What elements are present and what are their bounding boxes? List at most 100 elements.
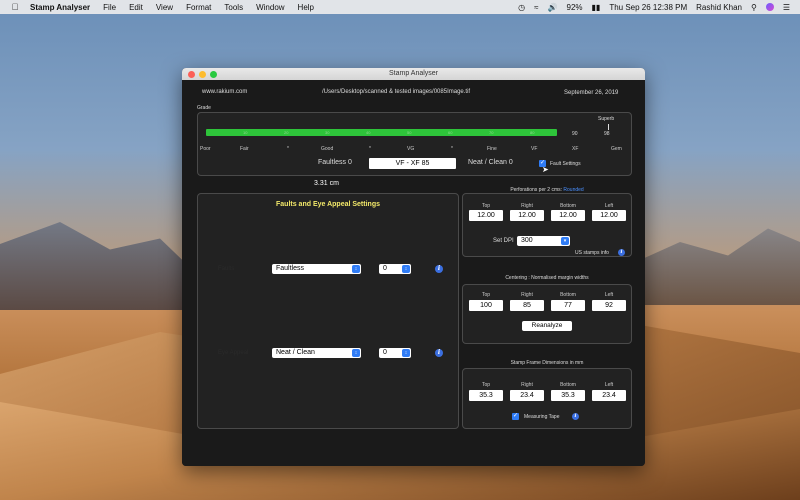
battery-percent: 92% xyxy=(566,2,583,12)
background-mountain-right xyxy=(640,228,800,305)
frame-header-right: Right xyxy=(521,382,533,388)
time-machine-icon[interactable]: ◷ xyxy=(518,3,525,12)
perf-left-field[interactable]: 12.00 xyxy=(592,210,626,221)
faults-select[interactable]: Faultless ↕ xyxy=(272,264,361,274)
chevron-updown-icon: ↕ xyxy=(402,265,410,273)
frame-left-field[interactable]: 23.4 xyxy=(592,390,626,401)
perf-header-top: Top xyxy=(481,203,491,209)
report-date: September 26, 2019 xyxy=(564,90,619,96)
centering-panel: Top Right Bottom Left 100 85 77 92 Reana… xyxy=(462,284,632,344)
scale-fine: Fine xyxy=(487,146,497,152)
window-title: Stamp Analyser xyxy=(388,70,439,77)
frame-header-top: Top xyxy=(481,382,491,388)
menu-app-name[interactable]: Stamp Analyser xyxy=(30,3,90,12)
frame-bottom-field[interactable]: 35.3 xyxy=(551,390,585,401)
wifi-icon[interactable]: ≈ xyxy=(534,3,538,12)
grade-tick: 40 xyxy=(366,130,371,135)
grade-label: Grade xyxy=(197,105,211,111)
grade-tick: 70 xyxy=(489,130,494,135)
grade-tick: 20 xyxy=(284,130,289,135)
faults-panel-title: Faults and Eye Appeal Settings xyxy=(276,201,380,208)
volume-icon[interactable]: 🔊 xyxy=(548,3,558,12)
grade-tick: 10 xyxy=(243,130,248,135)
centering-header-top: Top xyxy=(481,292,491,298)
faults-row-label: Faults xyxy=(218,266,235,272)
perf-header-right: Right xyxy=(521,203,533,209)
title-bar: Stamp Analyser xyxy=(182,68,645,80)
frame-header-bottom: Bottom xyxy=(560,382,576,388)
measuring-tape-info-icon[interactable]: i xyxy=(572,413,579,420)
spotlight-search-icon[interactable]: ⚲ xyxy=(751,3,757,12)
menu-file[interactable]: File xyxy=(103,3,116,12)
user-name[interactable]: Rashid Khan xyxy=(696,3,742,12)
frame-title: Stamp Frame Dimensions in mm xyxy=(510,360,584,366)
measuring-tape-label: Measuring Tape xyxy=(524,414,560,420)
dpi-select[interactable]: 300 ▾ xyxy=(517,236,570,246)
notification-center-icon[interactable]: ☰ xyxy=(783,3,790,12)
grade-tick: 80 xyxy=(530,130,535,135)
scale-star: * xyxy=(451,146,453,152)
scale-star: * xyxy=(287,146,289,152)
eye-appeal-count-select[interactable]: 0 ↕ xyxy=(379,348,411,358)
fault-settings-label: Fault Settings xyxy=(550,161,581,167)
eye-appeal-row-label: Eye Appeal xyxy=(218,350,249,356)
frame-top-field[interactable]: 35.3 xyxy=(469,390,503,401)
website-label: www.rakium.com xyxy=(202,89,248,95)
scale-good: Good xyxy=(321,146,334,152)
mouse-cursor-icon: ➤ xyxy=(542,165,549,174)
battery-icon[interactable]: ▮▮ xyxy=(592,3,601,12)
faults-info-icon[interactable]: i xyxy=(435,265,443,273)
us-stamps-info-label: US stamps info xyxy=(575,250,609,256)
neat-clean-count: Neat / Clean 0 xyxy=(468,159,513,166)
menu-format[interactable]: Format xyxy=(186,3,211,12)
centering-left-field[interactable]: 92 xyxy=(592,300,626,311)
scale-vg: VG xyxy=(407,146,415,152)
chevron-updown-icon: ↕ xyxy=(402,349,410,357)
grade-tick: 50 xyxy=(407,130,412,135)
perf-bottom-field[interactable]: 12.00 xyxy=(551,210,585,221)
perf-top-field[interactable]: 12.00 xyxy=(469,210,503,221)
grade-tick: 30 xyxy=(325,130,330,135)
centering-title: Centering : Normalised margin widths xyxy=(505,275,589,281)
centering-header-bottom: Bottom xyxy=(560,292,576,298)
set-dpi-label: Set DPI xyxy=(493,238,514,244)
reanalyze-button[interactable]: Reanalyze xyxy=(522,321,572,331)
measure-label: 3.31 cm xyxy=(314,180,339,187)
apple-icon[interactable]:  xyxy=(10,2,20,12)
grade-tick: 60 xyxy=(448,130,453,135)
faults-count-select[interactable]: 0 ↕ xyxy=(379,264,411,274)
menu-edit[interactable]: Edit xyxy=(129,3,143,12)
us-stamps-info-icon[interactable]: i xyxy=(618,249,625,256)
centering-bottom-field[interactable]: 77 xyxy=(551,300,585,311)
menu-bar:  Stamp Analyser File Edit View Format T… xyxy=(0,0,800,14)
menu-view[interactable]: View xyxy=(156,3,173,12)
centering-right-field[interactable]: 85 xyxy=(510,300,544,311)
app-window: Stamp Analyser www.rakium.com /Users/Des… xyxy=(182,68,645,466)
eye-appeal-info-icon[interactable]: i xyxy=(435,349,443,357)
centering-header-right: Right xyxy=(521,292,533,298)
perforations-panel: Top Right Bottom Left 12.00 12.00 12.00 … xyxy=(462,193,632,257)
grade-panel: 10 20 30 40 50 60 70 80 90 Superb 98 Poo… xyxy=(197,112,632,176)
frame-header-left: Left xyxy=(604,382,614,388)
file-path: /Users/Desktop/scanned & tested images/0… xyxy=(322,89,471,95)
scale-vf: VF xyxy=(531,146,538,152)
centering-top-field[interactable]: 100 xyxy=(469,300,503,311)
menu-help[interactable]: Help xyxy=(298,3,314,12)
background-mountain-left xyxy=(0,222,200,310)
frame-right-field[interactable]: 23.4 xyxy=(510,390,544,401)
grade-result-field[interactable]: VF - XF 85 xyxy=(369,158,456,169)
siri-icon[interactable] xyxy=(765,3,774,11)
eye-appeal-select[interactable]: Neat / Clean ↕ xyxy=(272,348,361,358)
grade-bar xyxy=(206,129,557,136)
menu-tools[interactable]: Tools xyxy=(224,3,243,12)
menu-window[interactable]: Window xyxy=(256,3,284,12)
chevron-down-icon: ▾ xyxy=(561,237,569,245)
datetime[interactable]: Thu Sep 26 12:38 PM xyxy=(609,3,687,12)
scale-fair: Fair xyxy=(240,146,249,152)
scale-gem: Gem xyxy=(611,146,622,152)
perf-right-field[interactable]: 12.00 xyxy=(510,210,544,221)
measuring-tape-checkbox[interactable]: ✓ xyxy=(512,413,519,420)
grade-tick-90: 90 xyxy=(572,131,578,137)
frame-panel: Top Right Bottom Left 35.3 23.4 35.3 23.… xyxy=(462,368,632,429)
window-content: www.rakium.com /Users/Desktop/scanned & … xyxy=(182,80,645,466)
